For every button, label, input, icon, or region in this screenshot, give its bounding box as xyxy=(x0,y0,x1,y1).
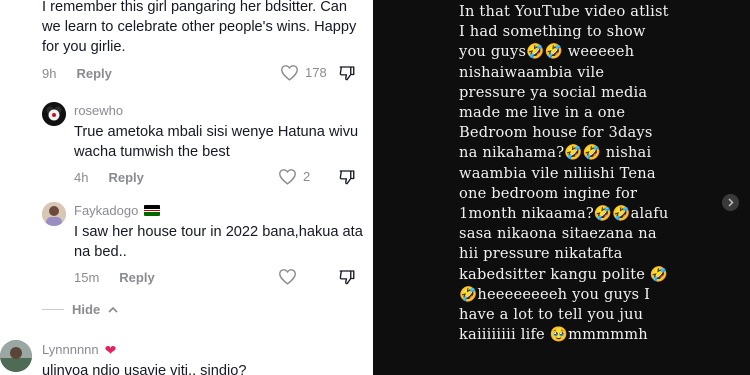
top-comment-like-button[interactable]: 178 xyxy=(280,64,327,81)
comment-thread-panel: I remember this girl pangaring her bdsit… xyxy=(0,0,373,375)
red-heart-icon: ❤ xyxy=(104,341,117,358)
top-comment-meta: 9h Reply xyxy=(42,66,112,81)
heart-outline-icon xyxy=(281,65,298,81)
reply-meta-rosewho: 4h Reply xyxy=(74,170,144,185)
chevron-up-icon xyxy=(108,306,118,313)
dislike-button-faykadogo[interactable] xyxy=(338,268,356,286)
like-button-faykadogo[interactable] xyxy=(278,268,297,285)
story-panel: In that YouTube video atlist I had somet… xyxy=(373,0,750,375)
username-faykadogo[interactable]: Faykadogo xyxy=(74,203,161,218)
reply-button-faykadogo[interactable]: Reply xyxy=(119,270,154,285)
heart-outline-icon xyxy=(279,169,296,185)
reply-text-rosewho: True ametoka mbali sisi wenye Hatuna wiv… xyxy=(74,124,359,160)
top-comment-like-count: 178 xyxy=(305,65,327,80)
dislike-icon xyxy=(339,66,355,81)
top-comment-dislike-button[interactable] xyxy=(338,64,356,82)
avatar-lynnnnnn[interactable] xyxy=(0,340,32,372)
reply-time: 15m xyxy=(74,270,100,285)
hide-label: Hide xyxy=(72,302,101,317)
reply-text-faykadogo: I saw her house tour in 2022 bana,hakua … xyxy=(74,224,363,260)
hide-replies-button[interactable]: Hide xyxy=(42,302,118,317)
username-label: Lynnnnnn xyxy=(42,342,99,357)
divider-line xyxy=(42,309,64,310)
like-count-rosewho: 2 xyxy=(303,169,311,184)
avatar-rosewho[interactable] xyxy=(42,102,66,126)
dislike-icon xyxy=(339,170,355,185)
like-button-rosewho[interactable]: 2 xyxy=(278,168,310,185)
next-arrow-button[interactable] xyxy=(722,194,739,211)
username-label: rosewho xyxy=(74,103,124,118)
dislike-icon xyxy=(339,270,355,285)
reply-button-rosewho[interactable]: Reply xyxy=(108,170,143,185)
reply-meta-faykadogo: 15m Reply xyxy=(74,270,155,285)
story-text: In that YouTube video atlist I had somet… xyxy=(459,3,669,344)
username-rosewho[interactable]: rosewho xyxy=(74,103,123,118)
dislike-button-rosewho[interactable] xyxy=(338,168,356,186)
top-comment-text: I remember this girl pangaring her bdsit… xyxy=(42,0,357,55)
avatar-faykadogo[interactable] xyxy=(42,202,66,226)
kenya-flag-icon xyxy=(144,205,161,216)
reply-time: 4h xyxy=(74,170,89,185)
chevron-right-icon xyxy=(728,198,734,207)
username-lynnnnnn[interactable]: Lynnnnnn ❤ xyxy=(42,342,116,357)
comment-text-lynnnnnn: ulinyoa ndio usavie viti.. sindio? xyxy=(42,363,247,375)
heart-outline-icon xyxy=(279,269,296,285)
top-comment-reply-button[interactable]: Reply xyxy=(76,66,111,81)
top-comment-time: 9h xyxy=(42,66,57,81)
username-label: Faykadogo xyxy=(74,203,139,218)
